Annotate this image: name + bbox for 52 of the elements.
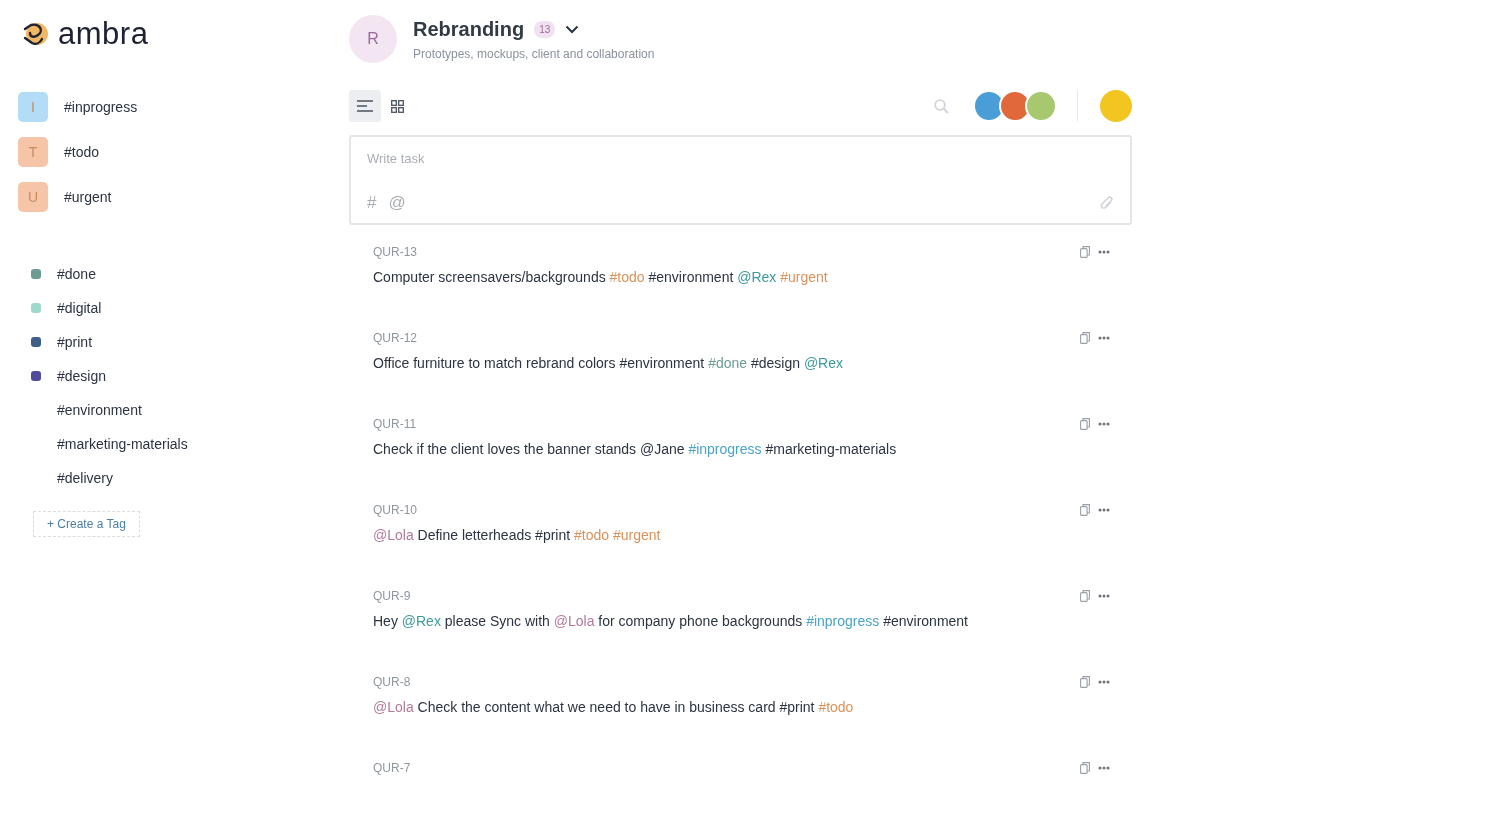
task-text[interactable]: @Lola Check the content what we need to have in business card #print #todo — [373, 699, 1110, 715]
task-id: QUR-12 — [373, 331, 417, 345]
more-options-icon[interactable] — [1098, 766, 1110, 770]
copy-icon[interactable] — [1080, 332, 1090, 344]
create-tag-button[interactable]: + Create a Tag — [33, 511, 140, 537]
sidebar-tag[interactable]: #design — [57, 367, 107, 384]
copy-icon[interactable] — [1080, 246, 1090, 258]
pinned-tag[interactable]: #todo — [64, 144, 100, 160]
list-view-button[interactable] — [349, 90, 381, 122]
more-options-icon[interactable] — [1098, 422, 1110, 426]
tag-letter-badge: I — [18, 92, 48, 122]
sidebar-tag[interactable]: #digital — [57, 299, 102, 316]
task-count: 13 — [534, 20, 556, 38]
copy-icon[interactable] — [1080, 418, 1090, 430]
list-view-icon — [357, 100, 373, 112]
more-options-icon[interactable] — [1098, 594, 1110, 598]
tag-letter-badge: T — [18, 137, 48, 167]
logo-text: ambra — [58, 16, 149, 52]
sidebar-tag[interactable]: #delivery — [57, 469, 114, 486]
pinned-tag[interactable]: #inprogress — [64, 99, 138, 115]
task-id: QUR-8 — [373, 675, 411, 689]
task-id: QUR-10 — [373, 503, 417, 517]
task-text[interactable]: Computer screensavers/backgrounds #todo #environment @Rex #urgent — [373, 269, 1110, 285]
task-text[interactable]: @Lola Define letterheads #print #todo #urgent — [373, 527, 1110, 543]
pinned-tag[interactable]: #urgent — [64, 189, 112, 205]
more-options-icon[interactable] — [1098, 250, 1110, 254]
tag-letter-badge: U — [18, 182, 48, 212]
grid-view-icon — [390, 99, 404, 113]
task-id: QUR-11 — [373, 417, 417, 431]
copy-icon[interactable] — [1080, 676, 1090, 688]
sidebar-tag[interactable]: #done — [57, 265, 96, 282]
sidebar-tag[interactable]: #marketing-materials — [57, 435, 188, 452]
sidebar-tag[interactable]: #environment — [57, 401, 142, 418]
copy-icon[interactable] — [1080, 590, 1090, 602]
task-id: QUR-13 — [373, 245, 417, 259]
sidebar-tag[interactable]: #print — [57, 333, 93, 350]
task-id: QUR-7 — [373, 761, 411, 775]
paperclip-icon[interactable] — [1100, 195, 1114, 211]
project-avatar: R — [349, 15, 397, 63]
task-text[interactable]: Office furniture to match rebrand colors #environment #done #design @Rex — [373, 355, 1110, 371]
more-options-icon[interactable] — [1098, 336, 1110, 340]
copy-icon[interactable] — [1080, 762, 1090, 774]
project-title: Rebranding — [413, 17, 525, 41]
copy-icon[interactable] — [1080, 504, 1090, 516]
chevron-down-icon[interactable] — [565, 24, 580, 34]
task-text[interactable]: Check if the client loves the banner stands @Jane #inprogress #marketing-materials — [373, 441, 1110, 457]
logo-icon — [22, 21, 50, 47]
more-options-icon[interactable] — [1098, 508, 1110, 512]
more-options-icon[interactable] — [1098, 680, 1110, 684]
task-text[interactable]: Hey @Rex please Sync with @Lola for company phone backgrounds #inprogress #environment — [373, 613, 1110, 629]
task-id: QUR-9 — [373, 589, 411, 603]
project-subtitle: Prototypes, mockups, client and collaboration — [413, 46, 655, 61]
